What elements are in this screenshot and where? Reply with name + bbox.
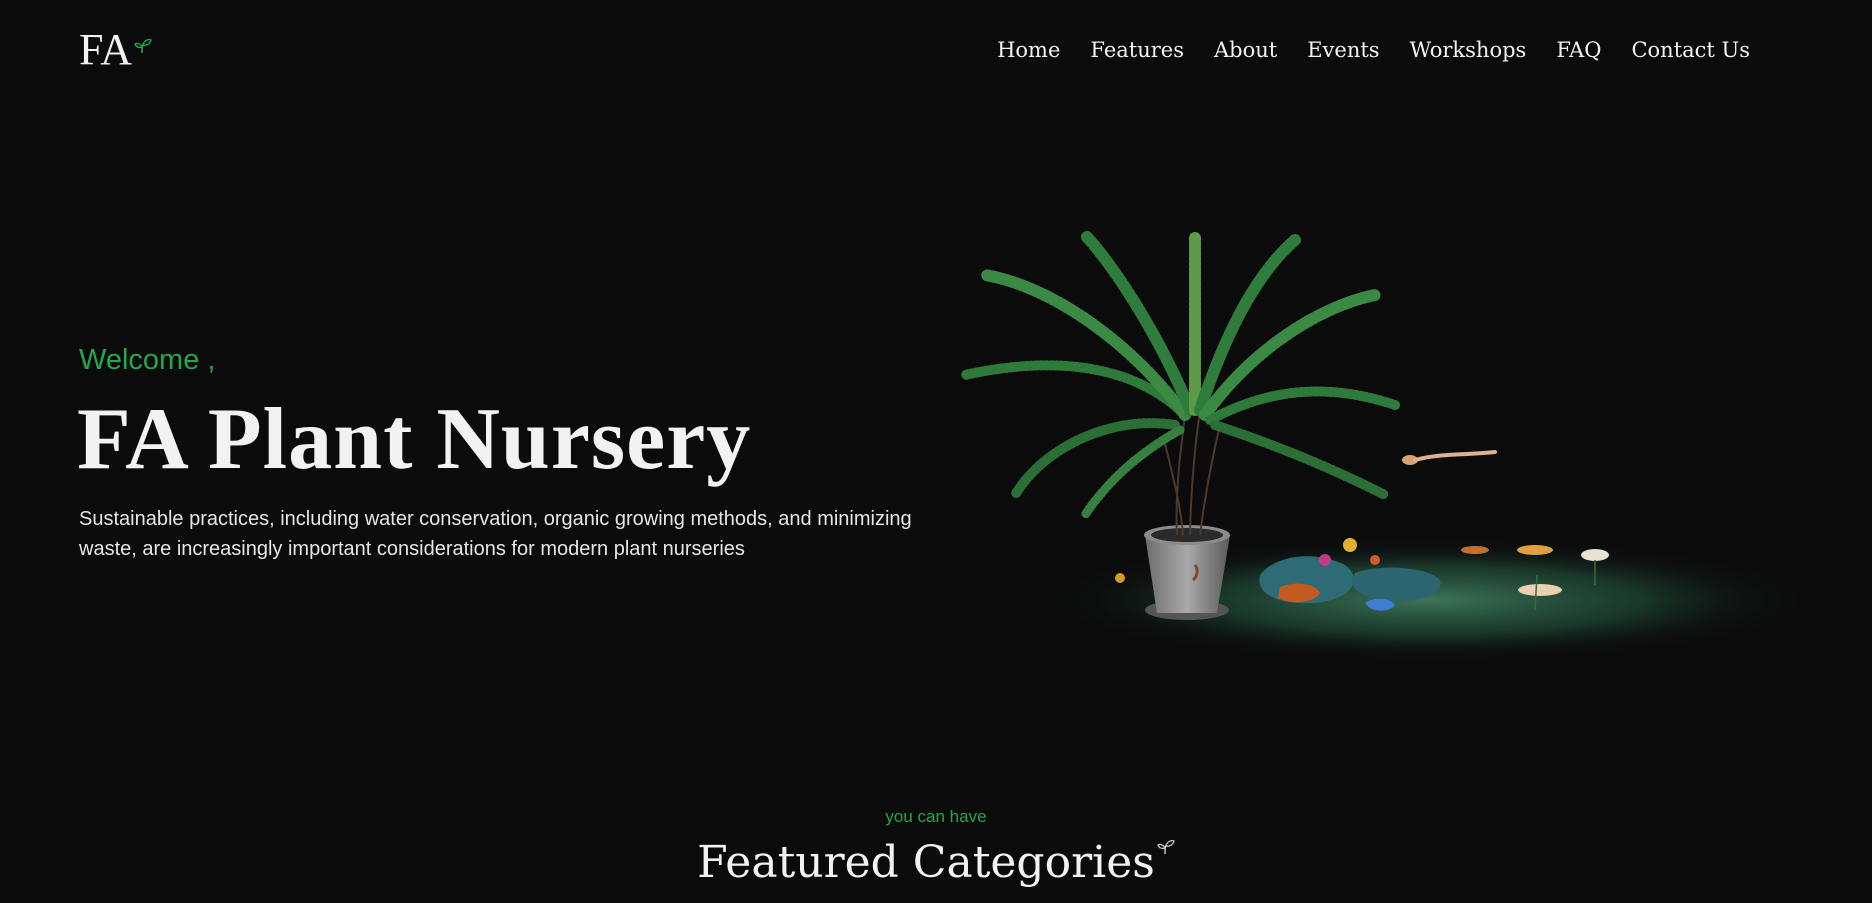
- nav-events[interactable]: Events: [1307, 35, 1379, 65]
- featured-title: Featured Categories: [697, 837, 1155, 888]
- featured-title-wrap: Featured Categories: [697, 833, 1175, 893]
- plant-pot: [1144, 525, 1230, 620]
- site-header: FA Home Features About Events Workshops …: [0, 0, 1872, 100]
- sprout-icon: [134, 38, 152, 54]
- hero-plant-image: [895, 215, 1815, 675]
- logo-text: FA: [79, 25, 132, 74]
- fern-fronds: [960, 229, 1400, 520]
- nav-faq[interactable]: FAQ: [1556, 35, 1601, 65]
- hero-title: FA Plant Nursery: [77, 391, 752, 488]
- featured-categories-header: you can have Featured Categories: [0, 805, 1872, 893]
- hero-description: Sustainable practices, including water c…: [79, 508, 912, 560]
- featured-subtitle: you can have: [885, 807, 987, 826]
- nav-features[interactable]: Features: [1090, 35, 1184, 65]
- site-logo[interactable]: FA: [79, 22, 152, 78]
- hero-section: Welcome , FA Plant Nursery Sustainable p…: [77, 340, 939, 584]
- nav-about[interactable]: About: [1214, 35, 1277, 65]
- sprout-icon: [1157, 840, 1175, 855]
- hero-welcome: Welcome ,: [79, 344, 216, 376]
- nav-home[interactable]: Home: [997, 35, 1060, 65]
- butterfly: [1402, 450, 1497, 465]
- main-nav: Home Features About Events Workshops FAQ…: [997, 35, 1750, 65]
- nav-contact-us[interactable]: Contact Us: [1631, 35, 1750, 65]
- nav-workshops[interactable]: Workshops: [1410, 35, 1527, 65]
